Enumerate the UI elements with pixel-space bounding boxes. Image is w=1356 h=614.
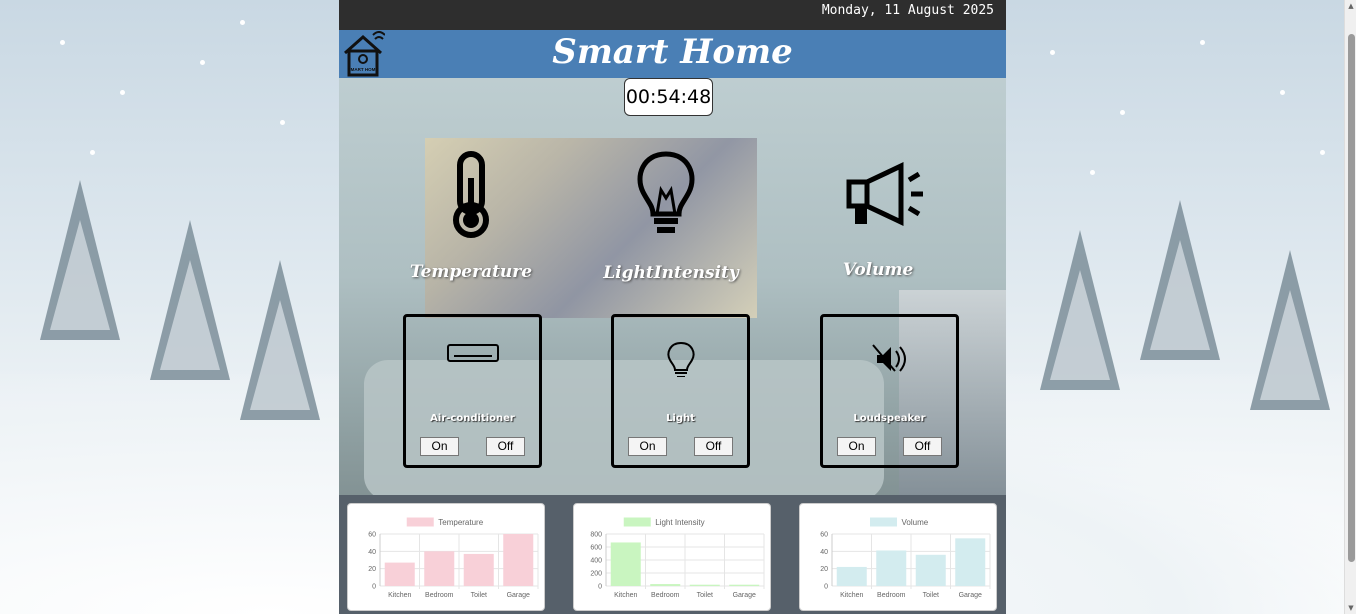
device-card-light: Light On Off — [611, 314, 750, 468]
x-tick-label: Bedroom — [877, 592, 906, 599]
thermometer-icon — [453, 151, 489, 238]
x-tick-label: Kitchen — [614, 592, 637, 599]
air-conditioner-icon — [447, 344, 499, 362]
smart-home-logo: SMART HOME — [344, 31, 385, 77]
smart-home-panel: Monday, 11 August 2025 Smart Home SMART … — [339, 0, 1006, 614]
y-tick-label: 200 — [590, 571, 602, 578]
y-tick-label: 600 — [590, 545, 602, 552]
y-tick-label: 400 — [590, 558, 602, 565]
pine-tree — [40, 180, 120, 340]
y-tick-label: 0 — [372, 584, 376, 591]
bar — [729, 584, 760, 586]
x-tick-label: Toilet — [923, 592, 939, 599]
x-tick-label: Kitchen — [840, 592, 863, 599]
light-intensity-chart-card: Light Intensity 0 200 400 600 800 Kitchen Bedro… — [573, 503, 771, 611]
scroll-up-arrow-icon[interactable]: ▲ — [1347, 2, 1355, 10]
legend-label: Temperature — [438, 518, 483, 527]
legend-swatch — [870, 517, 897, 527]
lightbulb-icon — [667, 341, 695, 377]
air-conditioner-off-button[interactable]: Off — [486, 437, 525, 456]
loudspeaker-off-button[interactable]: Off — [903, 437, 942, 456]
bar — [650, 584, 681, 586]
air-conditioner-on-button[interactable]: On — [420, 437, 459, 456]
header-banner: Smart Home — [339, 30, 1006, 78]
light-off-button[interactable]: Off — [694, 437, 733, 456]
bar — [876, 550, 907, 586]
bar — [836, 566, 867, 586]
bar — [463, 553, 494, 586]
y-tick-label: 40 — [368, 549, 376, 556]
x-tick-label: Garage — [733, 592, 756, 599]
top-bar: Monday, 11 August 2025 — [339, 0, 1006, 30]
date-display: Monday, 11 August 2025 — [821, 3, 994, 18]
volume-chart: Volume 0 20 40 60 Kitchen Bedroom Toilet Garage — [820, 517, 991, 599]
svg-text:SMART HOME: SMART HOME — [348, 67, 379, 72]
device-label: Loudspeaker — [853, 413, 926, 424]
x-tick-label: Toilet — [471, 592, 487, 599]
sensor-label-temperature: Temperature — [409, 262, 533, 282]
bar — [955, 538, 986, 586]
x-tick-label: Bedroom — [651, 592, 680, 599]
bar — [915, 554, 946, 586]
pine-tree — [1250, 250, 1330, 410]
y-tick-label: 20 — [368, 566, 376, 573]
y-tick-label: 60 — [820, 532, 828, 539]
y-tick-label: 0 — [598, 584, 602, 591]
lightbulb-icon — [637, 151, 695, 233]
device-card-air-conditioner: Air-conditioner On Off — [403, 314, 542, 468]
x-tick-label: Toilet — [697, 592, 713, 599]
x-tick-label: Bedroom — [425, 592, 454, 599]
light-on-button[interactable]: On — [628, 437, 667, 456]
speaker-muted-icon — [872, 344, 906, 372]
bar — [424, 551, 455, 586]
bar — [384, 562, 415, 586]
bar — [689, 584, 720, 586]
pine-tree — [150, 220, 230, 380]
sensor-label-lightintensity: LightIntensity — [603, 263, 739, 283]
loudspeaker-on-button[interactable]: On — [837, 437, 876, 456]
legend-label: Volume — [902, 518, 929, 527]
y-tick-label: 800 — [590, 532, 602, 539]
temperature-chart-card: Temperature 0 20 40 60 Kitchen Bedroom Toilet Ga… — [347, 503, 545, 611]
x-tick-label: Kitchen — [388, 592, 411, 599]
y-tick-label: 40 — [820, 549, 828, 556]
megaphone-icon — [846, 162, 923, 226]
clock-display: 00:54:48 — [624, 78, 713, 116]
legend-swatch — [623, 517, 651, 527]
x-tick-label: Garage — [959, 592, 982, 599]
scrollbar-thumb[interactable] — [1348, 34, 1355, 562]
device-card-loudspeaker: Loudspeaker On Off — [820, 314, 959, 468]
legend-label: Light Intensity — [655, 518, 704, 527]
pine-tree — [1140, 200, 1220, 360]
vertical-scrollbar[interactable]: ▲ ▼ — [1344, 0, 1356, 614]
volume-chart-card: Volume 0 20 40 60 Kitchen Bedroom Toilet Garage — [799, 503, 997, 611]
y-tick-label: 0 — [824, 584, 828, 591]
x-tick-label: Garage — [507, 592, 530, 599]
y-tick-label: 60 — [368, 532, 376, 539]
pine-tree — [1040, 230, 1120, 390]
bar — [503, 534, 534, 586]
legend-swatch — [406, 517, 434, 527]
light-intensity-chart: Light Intensity 0 200 400 600 800 Kitchen Bedro… — [590, 517, 765, 599]
bar — [610, 542, 641, 586]
page-title: Smart Home — [552, 32, 793, 72]
y-tick-label: 20 — [820, 566, 828, 573]
sensor-label-volume: Volume — [842, 260, 914, 280]
device-label: Air-conditioner — [430, 413, 515, 424]
scroll-down-arrow-icon[interactable]: ▼ — [1347, 604, 1355, 612]
pine-tree — [240, 260, 320, 420]
temperature-chart: Temperature 0 20 40 60 Kitchen Bedroom Toilet Ga… — [368, 517, 539, 599]
device-label: Light — [666, 413, 695, 424]
